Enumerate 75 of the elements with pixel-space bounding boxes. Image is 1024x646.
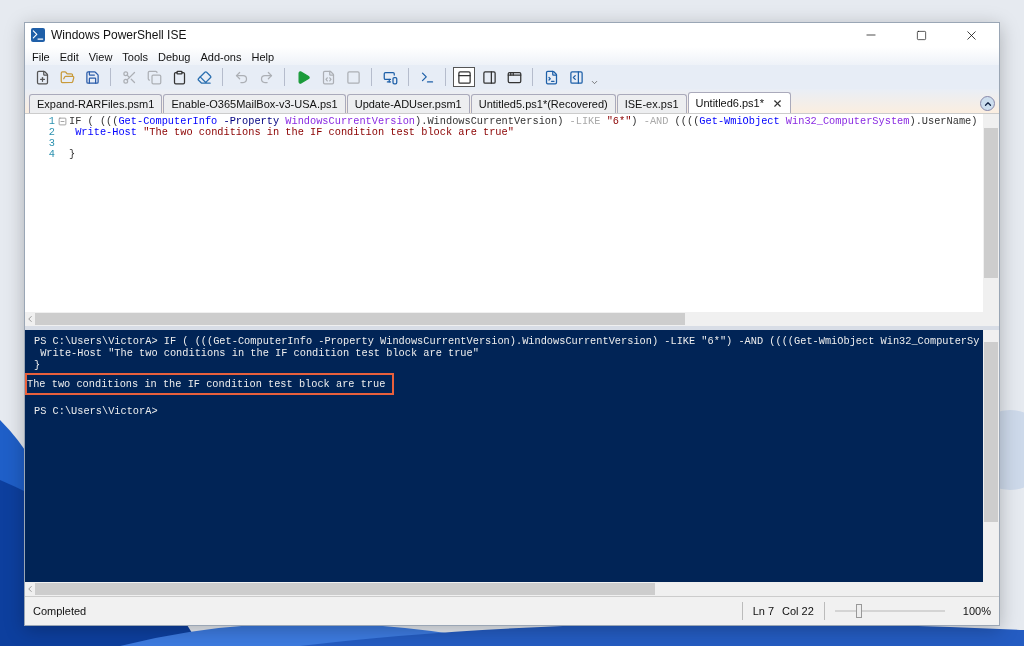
line-number: 4: [47, 149, 55, 160]
terminal-icon: [419, 69, 435, 85]
slider-thumb[interactable]: [856, 604, 863, 618]
code-token: ).UserName): [909, 116, 978, 127]
file-tab[interactable]: Enable-O365MailBox-v3-USA.ps1: [163, 94, 346, 113]
column-position: Col 22: [782, 605, 814, 617]
undo-icon: [233, 69, 249, 85]
menu-item[interactable]: File: [27, 49, 55, 65]
status-message: Completed: [32, 605, 88, 617]
code-token: Get-WmiObject: [699, 116, 780, 127]
copy-icon: [146, 69, 162, 85]
stop-icon: [345, 69, 361, 85]
scroll-left-icon[interactable]: [25, 314, 35, 324]
collapse-button[interactable]: [980, 96, 995, 111]
console-line: Write-Host "The two conditions in the IF condition test block are true": [39, 346, 480, 361]
line-number: 3: [47, 138, 55, 149]
file-tab[interactable]: Untitled6.ps1*: [687, 92, 791, 113]
menu-item[interactable]: Edit: [54, 49, 84, 65]
menu-item[interactable]: Debug: [153, 49, 196, 65]
close-icon[interactable]: [772, 97, 783, 109]
pane-top-button[interactable]: [453, 67, 475, 87]
cut-icon: [121, 69, 137, 85]
code-token: ).WindowsCurrentVersion): [415, 116, 565, 127]
powershell-icon: [31, 28, 45, 42]
vertical-scrollbar[interactable]: [983, 114, 999, 312]
line-number: 2: [47, 127, 55, 138]
collapse-icon[interactable]: [58, 117, 67, 126]
console-line: }: [33, 358, 42, 373]
horizontal-scrollbar[interactable]: [25, 312, 999, 326]
scroll-left-icon[interactable]: [25, 584, 35, 594]
pane-top-icon: [456, 69, 472, 85]
overflow-icon[interactable]: [590, 78, 599, 87]
pane-right-icon: [481, 69, 497, 85]
folder-icon: [59, 69, 75, 85]
code-token: Win32_ComputerSystem: [784, 116, 910, 127]
code-token: "6*": [605, 116, 632, 127]
redo-icon: [258, 69, 274, 85]
code-token: Write-Host: [74, 127, 137, 138]
code-token: "The two conditions in the IF condition test block are true": [143, 127, 514, 138]
code-token: IF ( (((: [69, 116, 119, 127]
line-position: Ln 7: [752, 605, 775, 617]
maximize-icon: [915, 29, 927, 41]
zoom-level: 100%: [961, 605, 992, 617]
horizontal-scrollbar[interactable]: [25, 582, 999, 596]
menu-item[interactable]: Add-ons: [195, 49, 247, 65]
file-tab[interactable]: Update-ADUser.psm1: [346, 94, 470, 113]
code-token: Get-ComputerInfo: [118, 116, 218, 127]
run-icon: [295, 69, 311, 85]
script-icon: [543, 69, 559, 85]
vertical-scrollbar[interactable]: [983, 330, 999, 582]
code-token: ((((: [673, 116, 700, 127]
highlighted-output: The two conditions in the IF condition test block are true: [25, 373, 395, 395]
code-token: -Property: [222, 116, 280, 127]
window-title: Windows PowerShell ISE: [51, 28, 188, 42]
commands-pane-icon: [568, 69, 584, 85]
code-token: ): [631, 116, 639, 127]
file-tab[interactable]: Untitled5.ps1*(Recovered): [470, 94, 616, 113]
window-icon: [506, 69, 522, 85]
run-selection-icon: [320, 69, 336, 85]
code-token: }: [69, 149, 76, 160]
menu-item[interactable]: Tools: [117, 49, 154, 65]
monitor-icon: [382, 69, 398, 85]
new-file-icon: [34, 69, 50, 85]
code-token: -AND: [643, 116, 669, 127]
line-number: 1: [47, 116, 55, 127]
menu-item[interactable]: Help: [246, 49, 280, 65]
file-tab[interactable]: ISE-ex.ps1: [616, 94, 687, 113]
menu-item[interactable]: View: [83, 49, 118, 65]
eraser-icon: [196, 69, 212, 85]
code-token: WindowsCurrentVersion: [284, 116, 416, 127]
console-line: PS C:\Users\VictorA>: [33, 404, 159, 419]
paste-icon: [171, 69, 187, 85]
file-tab[interactable]: Expand-RARFiles.psm1: [29, 94, 163, 113]
save-icon: [84, 69, 100, 85]
code-token: -LIKE: [569, 116, 601, 127]
